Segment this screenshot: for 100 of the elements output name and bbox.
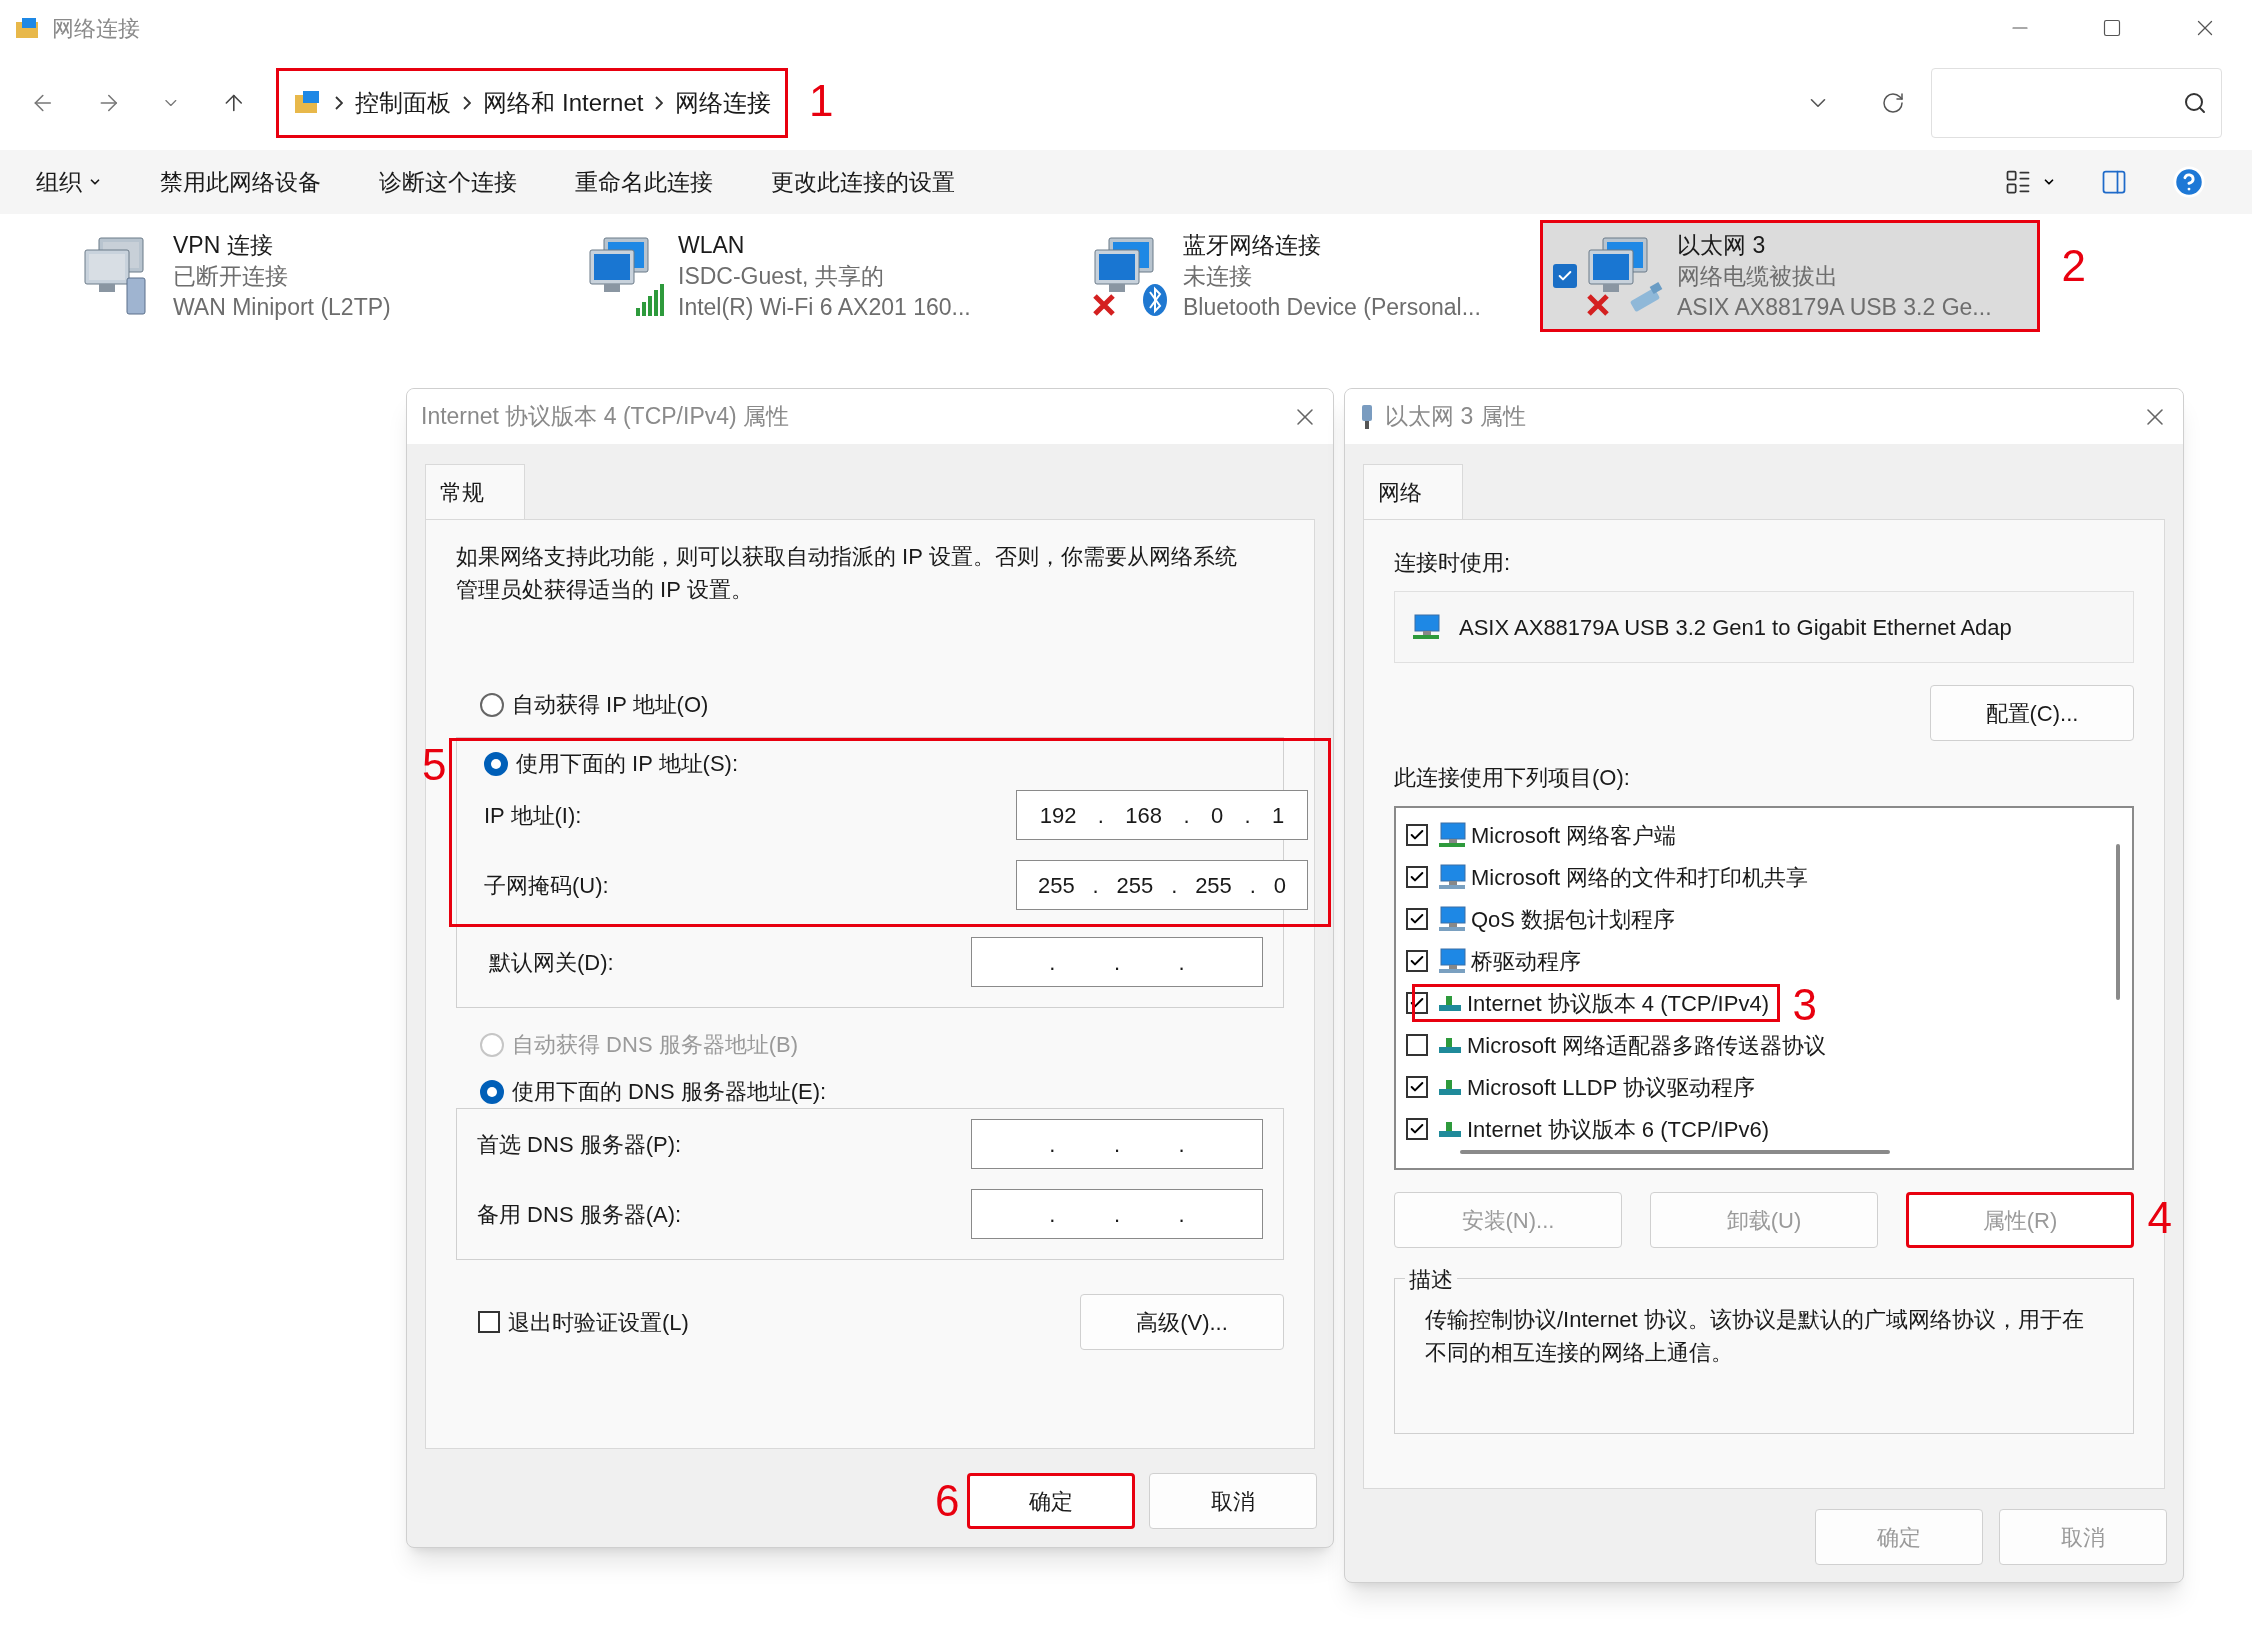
list-label: 此连接使用下列项目(O): [1394, 764, 1631, 792]
help-icon[interactable] [2172, 165, 2206, 199]
network-plug-icon [1359, 402, 1375, 431]
checkbox[interactable] [1406, 1118, 1428, 1140]
network-service-icon [1437, 947, 1467, 975]
dialog-tab[interactable]: 常规 [425, 464, 525, 519]
connection-name: 蓝牙网络连接 [1183, 230, 1322, 260]
checkbox[interactable] [1406, 950, 1428, 972]
toolbar-button[interactable]: 重命名此连接 [575, 164, 713, 200]
network-service-icon [1437, 863, 1467, 891]
dialog-button[interactable]: 高级(V)... [1080, 1294, 1284, 1350]
connection-status: ISDC-Guest, 共享的 [678, 261, 885, 291]
dialog-title: Internet 协议版本 4 (TCP/IPv4) 属性 [421, 402, 790, 432]
toolbar-button[interactable]: 更改此连接的设置 [771, 164, 955, 200]
breadcrumb-separator-icon [655, 96, 664, 110]
preview-pane-icon[interactable] [2100, 168, 2128, 196]
connection-status: 已断开连接 [173, 261, 289, 291]
connection-name: VPN 连接 [173, 230, 274, 260]
radio-button[interactable] [480, 692, 504, 717]
dialog-tab[interactable]: 网络 [1363, 464, 1463, 519]
checkbox[interactable] [1406, 1034, 1428, 1056]
ip-address-field[interactable]: . . . [971, 1119, 1263, 1169]
field-label: 首选 DNS 服务器(P): [477, 1130, 682, 1159]
list-item[interactable]: Microsoft 网络客户端 [1412, 816, 1688, 854]
ip-address-field[interactable]: . . . [971, 1189, 1263, 1239]
field-label: 备用 DNS 服务器(A): [477, 1200, 682, 1229]
protocol-icon [1437, 1078, 1463, 1096]
annotation-number: 2 [2061, 244, 2086, 288]
breadcrumb-item[interactable]: 控制面板 [355, 85, 452, 121]
field-label: IP 地址(I): [484, 801, 582, 830]
ip-address-field[interactable]: 255 . 255 . 255 . 0 [1016, 860, 1308, 910]
protocol-icon [1437, 994, 1463, 1012]
toolbar-button[interactable]: 组织 [36, 164, 102, 200]
connection-device: Intel(R) Wi-Fi 6 AX201 160... [678, 292, 971, 322]
breadcrumb-item[interactable]: 网络和 Internet [483, 85, 644, 121]
list-item[interactable]: Internet 协议版本 6 (TCP/IPv6) [1412, 1110, 1780, 1148]
connection-device: WAN Miniport (L2TP) [173, 292, 391, 322]
description-text: 传输控制协议/Internet 协议。该协议是默认的广域网络协议，用于在不同的相互连接的网络上通信。 [1425, 1306, 2085, 1367]
computer-icon [1437, 821, 1467, 849]
radio-label: 使用下面的 IP 地址(S): [516, 750, 739, 778]
connection-device: ASIX AX88179A USB 3.2 Ge... [1677, 292, 1992, 322]
adapter-field: ASIX AX88179A USB 3.2 Gen1 to Gigabit Ethernet Adap [1394, 591, 2134, 663]
field-label: 连接时使用: [1394, 549, 1512, 577]
computer-icon [1411, 613, 1441, 641]
connection-name: 以太网 3 [1677, 230, 1767, 260]
annotation-number: 6 [935, 1479, 960, 1523]
connection-item[interactable]: VPN 连接 已断开连接 WAN Miniport (L2TP) [68, 220, 573, 332]
radio-label: 自动获得 DNS 服务器地址(B) [512, 1031, 798, 1059]
refresh-icon[interactable] [1881, 91, 1906, 115]
maximize-icon[interactable] [2102, 18, 2122, 38]
field-label: 子网掩码(U): [484, 871, 609, 900]
radio-label: 使用下面的 DNS 服务器地址(E): [512, 1078, 827, 1106]
checkbox[interactable] [1406, 1076, 1428, 1098]
description-text: 如果网络支持此功能，则可以获取自动指派的 IP 设置。否则，你需要从网络系统管理员处获得适当的 IP 设置。 [456, 543, 1238, 604]
scrollbar[interactable] [1460, 1150, 1890, 1154]
view-options-icon[interactable] [2004, 168, 2032, 196]
annotation-number: 5 [422, 743, 447, 787]
dialog-button[interactable]: 确定 [967, 1473, 1135, 1529]
checkbox[interactable] [1406, 866, 1428, 888]
list-item[interactable]: QoS 数据包计划程序 [1412, 900, 1687, 938]
search-field[interactable] [1931, 68, 2222, 138]
list-item[interactable]: Microsoft 网络的文件和打印机共享 [1412, 858, 1820, 896]
radio-label: 自动获得 IP 地址(O) [512, 691, 709, 719]
toolbar-button[interactable]: 诊断这个连接 [379, 164, 517, 200]
ip-address-field[interactable]: . . . [971, 937, 1263, 987]
checkbox[interactable] [1406, 908, 1428, 930]
checkbox-label: 退出时验证设置(L) [508, 1308, 689, 1337]
connection-name: WLAN [678, 230, 746, 260]
scrollbar[interactable] [2116, 844, 2120, 1000]
dialog-button[interactable]: 配置(C)... [1930, 685, 2134, 741]
list-item[interactable]: 桥驱动程序 [1412, 942, 1592, 980]
breadcrumb-item[interactable]: 网络连接 [675, 85, 772, 121]
network-service-icon [1437, 905, 1467, 933]
selection-checkbox[interactable] [1553, 264, 1577, 288]
connection-item[interactable]: WLAN ISDC-Guest, 共享的 Intel(R) Wi-Fi 6 AX201 160... [573, 220, 1078, 332]
search-icon [2183, 91, 2207, 115]
toolbar-button[interactable]: 禁用此网络设备 [160, 164, 321, 200]
radio-button[interactable] [480, 1079, 504, 1104]
breadcrumb-separator-icon [335, 96, 344, 110]
protocol-icon [1437, 1120, 1463, 1138]
connection-device: Bluetooth Device (Personal... [1183, 292, 1481, 322]
checkbox[interactable] [478, 1311, 500, 1333]
annotation-number: 4 [2147, 1196, 2172, 1240]
dialog-title: 以太网 3 属性 [1385, 402, 1526, 432]
connection-status: 未连接 [1183, 261, 1253, 291]
list-item[interactable]: Microsoft LLDP 协议驱动程序 [1412, 1068, 1767, 1106]
annotation-number: 1 [809, 79, 834, 123]
connection-item[interactable]: 蓝牙网络连接 未连接 Bluetooth Device (Personal... [1078, 220, 1540, 332]
connection-item[interactable]: 以太网 3 网络电缆被拔出 ASIX AX88179A USB 3.2 Ge... [1540, 220, 2040, 332]
protocol-icon [1437, 1036, 1463, 1054]
breadcrumb-separator-icon [463, 96, 472, 110]
connection-status: 网络电缆被拔出 [1677, 261, 1839, 291]
checkbox[interactable] [1406, 824, 1428, 846]
window-title: 网络连接 [52, 14, 140, 43]
list-item[interactable]: Microsoft 网络适配器多路传送器协议 [1412, 1026, 1838, 1064]
radio-button[interactable] [484, 751, 508, 776]
field-label: 默认网关(D): [489, 948, 614, 977]
ip-address-field[interactable]: 192 . 168 . 0 . 1 [1016, 790, 1308, 840]
dialog-button[interactable]: 取消 [1149, 1473, 1317, 1529]
annotation-number: 3 [1792, 983, 1817, 1027]
